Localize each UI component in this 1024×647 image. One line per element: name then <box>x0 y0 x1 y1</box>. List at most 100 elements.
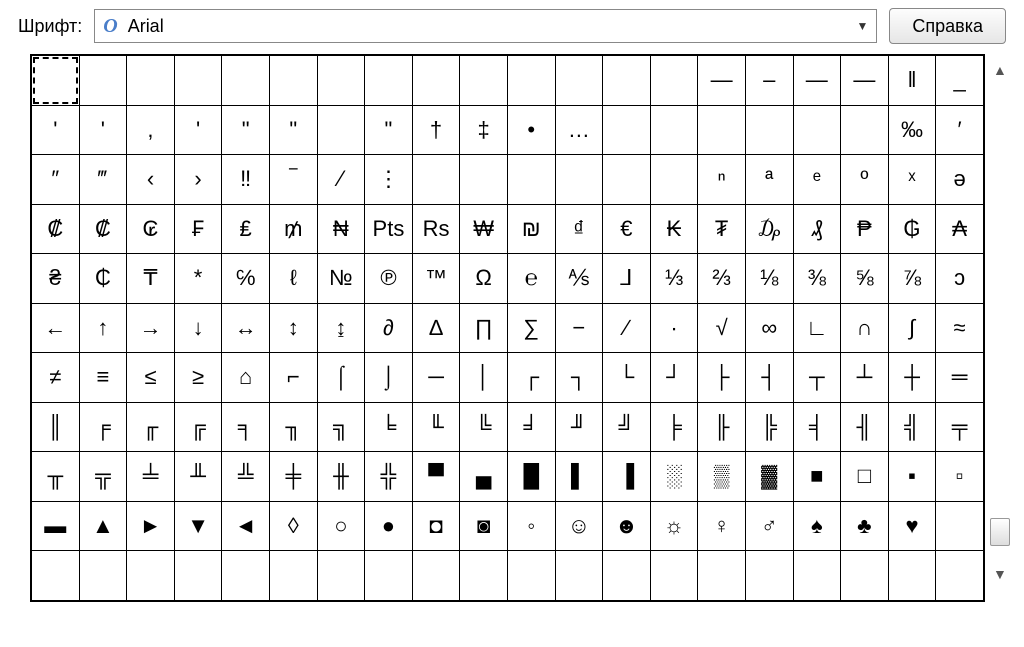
char-cell[interactable]: ▬ <box>32 502 79 551</box>
char-cell[interactable]: ▼ <box>175 502 222 551</box>
char-cell[interactable] <box>32 551 79 600</box>
char-cell[interactable]: ≤ <box>127 353 174 402</box>
char-cell[interactable]: ∏ <box>460 304 507 353</box>
char-cell[interactable]: ‡ <box>460 106 507 155</box>
char-cell[interactable]: ┐ <box>556 353 603 402</box>
char-cell[interactable]: ┘ <box>651 353 698 402</box>
char-cell[interactable]: ← <box>32 304 79 353</box>
scroll-thumb[interactable] <box>990 518 1010 546</box>
char-cell[interactable] <box>556 56 603 105</box>
char-cell[interactable] <box>936 551 983 600</box>
char-cell[interactable]: ₢ <box>127 205 174 254</box>
char-cell[interactable] <box>651 155 698 204</box>
char-cell[interactable]: _ <box>936 56 983 105</box>
char-cell[interactable]: ∞ <box>746 304 793 353</box>
char-cell[interactable]: ◦ <box>508 502 555 551</box>
char-cell[interactable]: ₡ <box>80 205 127 254</box>
char-cell[interactable]: ≈ <box>936 304 983 353</box>
char-cell[interactable]: ○ <box>318 502 365 551</box>
char-cell[interactable]: ↓ <box>175 304 222 353</box>
char-cell[interactable]: ↄ <box>936 254 983 303</box>
char-cell[interactable]: ╖ <box>270 403 317 452</box>
char-cell[interactable]: ╒ <box>80 403 127 452</box>
char-cell[interactable]: ‴ <box>80 155 127 204</box>
char-cell[interactable] <box>698 106 745 155</box>
char-cell[interactable]: ░ <box>651 452 698 501</box>
char-cell[interactable]: ┼ <box>889 353 936 402</box>
char-cell[interactable]: ╗ <box>318 403 365 452</box>
char-cell[interactable]: ˣ <box>889 155 936 204</box>
char-cell[interactable]: ● <box>365 502 412 551</box>
char-cell[interactable]: " <box>270 106 317 155</box>
char-cell[interactable]: → <box>127 304 174 353</box>
char-cell[interactable] <box>175 551 222 600</box>
char-cell[interactable]: ⌠ <box>318 353 365 402</box>
char-cell[interactable]: ₦ <box>318 205 365 254</box>
char-cell[interactable]: * <box>175 254 222 303</box>
char-cell[interactable]: ♠ <box>794 502 841 551</box>
char-cell[interactable]: ╤ <box>936 403 983 452</box>
char-cell[interactable]: … <box>556 106 603 155</box>
char-cell[interactable]: Rs <box>413 205 460 254</box>
char-cell[interactable]: ┬ <box>794 353 841 402</box>
char-cell[interactable]: ≥ <box>175 353 222 402</box>
char-cell[interactable] <box>556 155 603 204</box>
char-cell[interactable]: ◙ <box>460 502 507 551</box>
char-cell[interactable]: ╔ <box>175 403 222 452</box>
char-cell[interactable]: ₥ <box>270 205 317 254</box>
char-cell[interactable]: ► <box>127 502 174 551</box>
char-cell[interactable]: ₣ <box>175 205 222 254</box>
char-cell[interactable]: ∂ <box>365 304 412 353</box>
char-cell[interactable]: ╙ <box>413 403 460 452</box>
char-cell[interactable] <box>556 551 603 600</box>
char-cell[interactable]: ♥ <box>889 502 936 551</box>
char-cell[interactable]: ↕ <box>270 304 317 353</box>
char-cell[interactable] <box>222 56 269 105</box>
char-cell[interactable]: Ω <box>460 254 507 303</box>
char-cell[interactable]: ┴ <box>841 353 888 402</box>
char-cell[interactable]: ₯ <box>746 205 793 254</box>
char-cell[interactable]: ∙ <box>651 304 698 353</box>
char-cell[interactable]: ⁄ <box>318 155 365 204</box>
char-cell[interactable]: – <box>746 56 793 105</box>
char-cell[interactable]: ↑ <box>80 304 127 353</box>
char-cell[interactable] <box>651 551 698 600</box>
char-cell[interactable]: ℅ <box>222 254 269 303</box>
scroll-up-icon[interactable]: ▲ <box>993 62 1007 78</box>
char-cell[interactable]: │ <box>460 353 507 402</box>
char-cell[interactable]: ╨ <box>175 452 222 501</box>
char-cell[interactable] <box>698 551 745 600</box>
char-cell[interactable]: ╜ <box>556 403 603 452</box>
char-cell[interactable]: ∑ <box>508 304 555 353</box>
char-cell[interactable]: ┤ <box>746 353 793 402</box>
char-cell[interactable] <box>32 56 79 105</box>
char-cell[interactable]: ╡ <box>794 403 841 452</box>
char-cell[interactable] <box>936 502 983 551</box>
char-cell[interactable] <box>318 56 365 105</box>
char-cell[interactable] <box>365 551 412 600</box>
char-cell[interactable] <box>127 551 174 600</box>
char-cell[interactable] <box>318 551 365 600</box>
char-cell[interactable]: ≡ <box>80 353 127 402</box>
char-cell[interactable]: █ <box>508 452 555 501</box>
char-cell[interactable]: ╧ <box>127 452 174 501</box>
char-cell[interactable]: ♣ <box>841 502 888 551</box>
char-cell[interactable]: ╫ <box>318 452 365 501</box>
char-cell[interactable]: ♀ <box>698 502 745 551</box>
char-cell[interactable] <box>746 106 793 155</box>
scroll-down-icon[interactable]: ▼ <box>993 566 1007 582</box>
char-cell[interactable] <box>460 155 507 204</box>
char-cell[interactable]: ∕ <box>603 304 650 353</box>
char-cell[interactable] <box>603 551 650 600</box>
char-cell[interactable] <box>318 106 365 155</box>
char-cell[interactable]: ╘ <box>365 403 412 452</box>
char-cell[interactable]: ├ <box>698 353 745 402</box>
char-cell[interactable]: ₸ <box>127 254 174 303</box>
char-cell[interactable]: • <box>508 106 555 155</box>
char-cell[interactable]: ◘ <box>413 502 460 551</box>
char-cell[interactable]: ⌂ <box>222 353 269 402</box>
char-cell[interactable] <box>508 551 555 600</box>
char-cell[interactable] <box>841 551 888 600</box>
char-cell[interactable] <box>651 56 698 105</box>
char-cell[interactable]: ∟ <box>794 304 841 353</box>
